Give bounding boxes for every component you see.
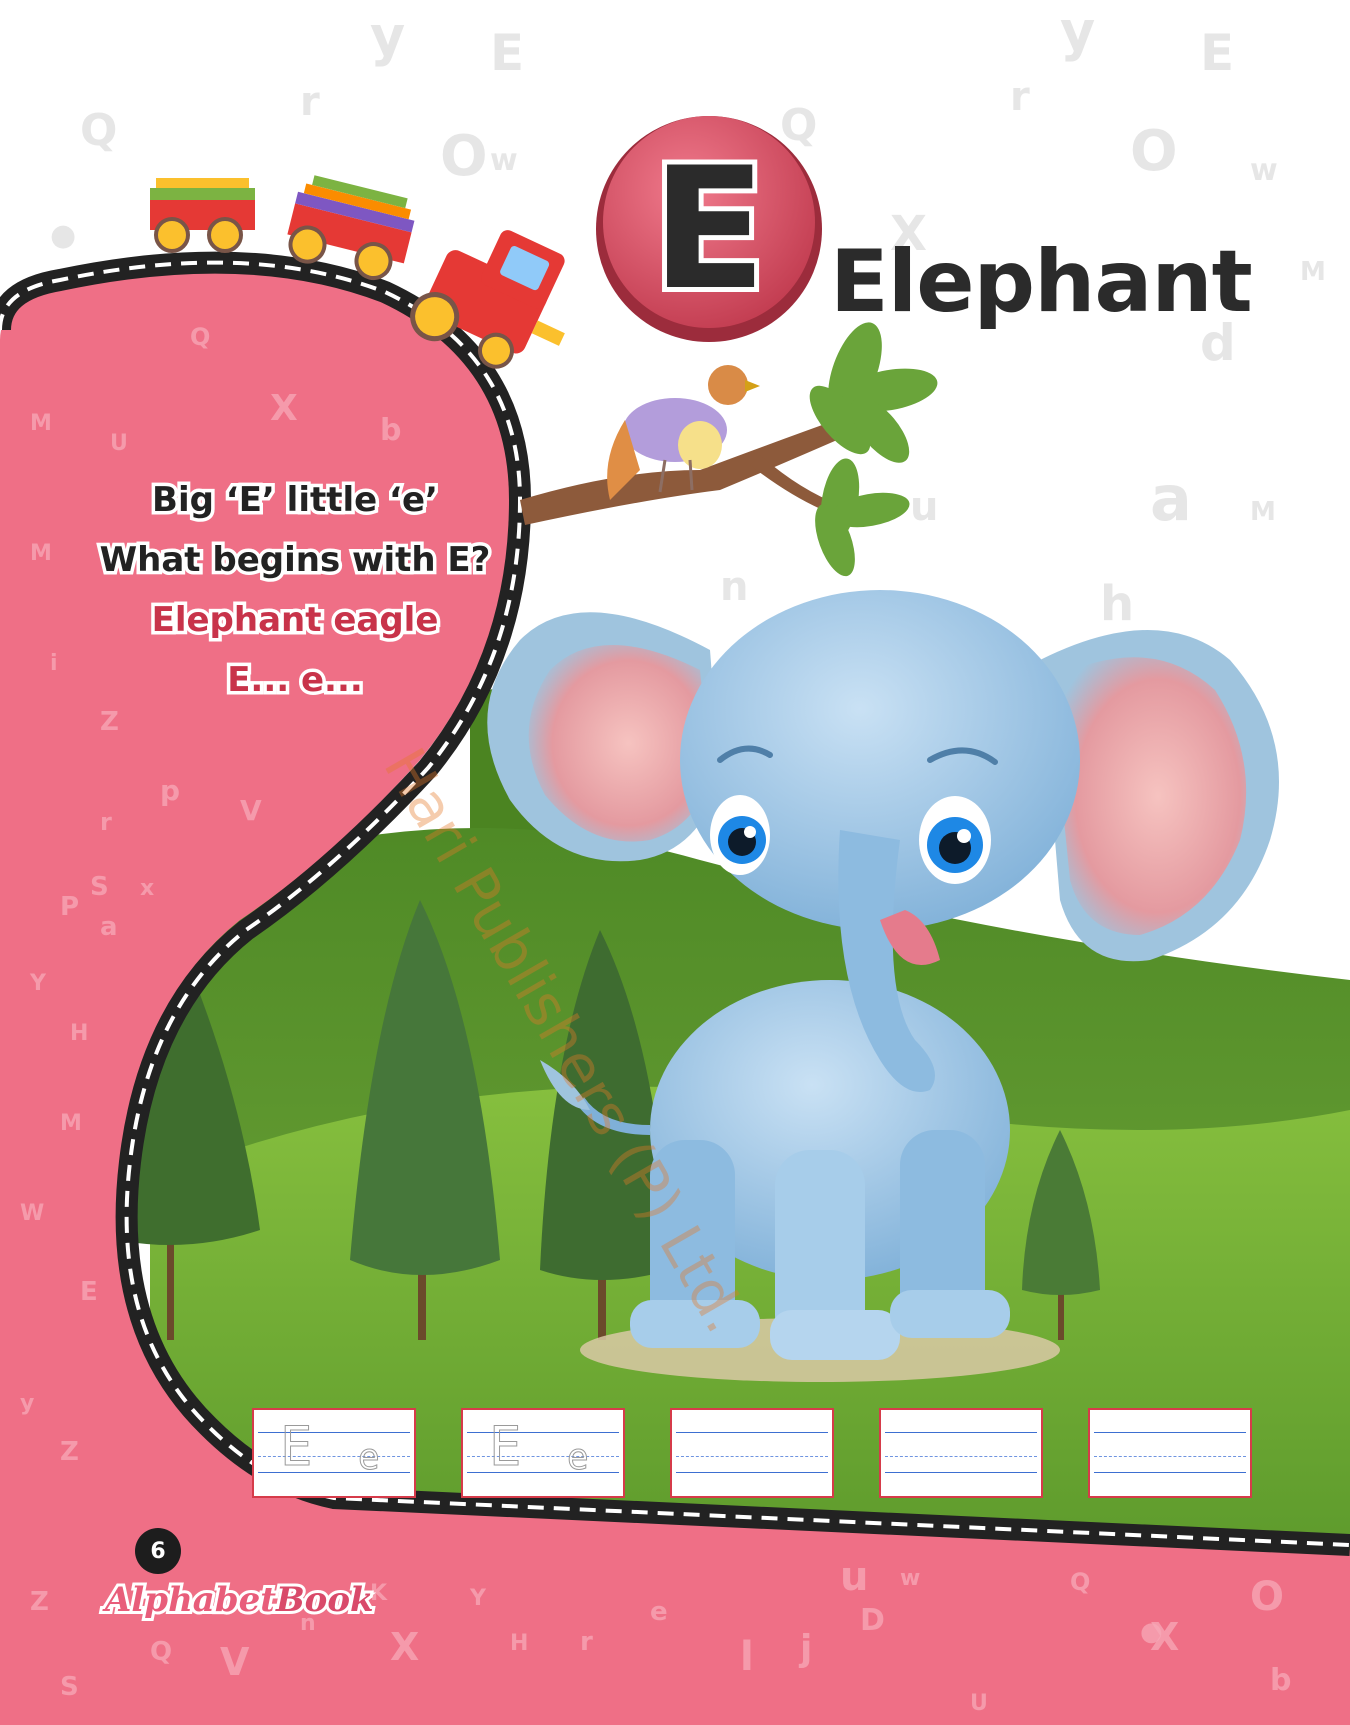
svg-text:S: S bbox=[90, 872, 109, 902]
workbook-page: Q r y E O w ● Q r y E O w X d a M h n u … bbox=[0, 0, 1350, 1725]
svg-text:U: U bbox=[970, 1691, 988, 1716]
svg-text:X: X bbox=[270, 388, 298, 429]
svg-text:V: V bbox=[240, 794, 262, 827]
svg-text:Z: Z bbox=[100, 707, 119, 737]
svg-text:M: M bbox=[30, 541, 52, 566]
svg-text:U: U bbox=[110, 431, 128, 456]
svg-text:Q: Q bbox=[190, 323, 210, 351]
svg-text:r: r bbox=[300, 79, 320, 125]
rhyme-line-1: Big ‘E’ little ‘e’ bbox=[149, 477, 442, 524]
svg-text:W: W bbox=[20, 1201, 44, 1226]
svg-text:P: P bbox=[60, 892, 79, 922]
svg-text:w: w bbox=[900, 1566, 920, 1591]
practice-box-2[interactable]: E e bbox=[461, 1408, 625, 1498]
train-car-1 bbox=[150, 178, 255, 253]
logo-book: Book bbox=[273, 1577, 377, 1623]
svg-text:Y: Y bbox=[469, 1586, 487, 1611]
svg-text:Q: Q bbox=[1070, 1568, 1090, 1596]
svg-text:i: i bbox=[50, 651, 58, 676]
svg-text:H: H bbox=[510, 1631, 528, 1656]
svg-text:n: n bbox=[720, 564, 748, 610]
trace-lower: e bbox=[358, 1437, 381, 1478]
svg-text:y: y bbox=[370, 5, 405, 68]
svg-text:S: S bbox=[60, 1672, 79, 1702]
svg-text:H: H bbox=[70, 1021, 88, 1046]
svg-text:p: p bbox=[160, 774, 180, 807]
practice-box-3[interactable] bbox=[670, 1408, 834, 1498]
rhyme-text: Big ‘E’ little ‘e’ What begins with E? E… bbox=[95, 470, 495, 710]
badge-letter: E bbox=[647, 131, 772, 327]
rhyme-line-3: Elephant eagle bbox=[148, 597, 442, 644]
svg-text:Q: Q bbox=[150, 1637, 172, 1667]
svg-text:Z: Z bbox=[60, 1437, 79, 1467]
svg-text:b: b bbox=[1270, 1663, 1291, 1698]
page-title: Elephant bbox=[830, 232, 1253, 332]
svg-text:X: X bbox=[1150, 1615, 1179, 1659]
svg-text:l: l bbox=[740, 1634, 754, 1680]
practice-box-1[interactable]: E e bbox=[252, 1408, 416, 1498]
svg-text:Z: Z bbox=[30, 1587, 49, 1617]
svg-text:Q: Q bbox=[80, 105, 117, 156]
svg-text:b: b bbox=[380, 413, 401, 448]
svg-text:j: j bbox=[798, 1628, 812, 1669]
rhyme-line-2: What begins with E? bbox=[96, 537, 494, 584]
svg-text:Y: Y bbox=[29, 971, 47, 996]
svg-text:u: u bbox=[840, 1554, 868, 1600]
svg-text:O: O bbox=[1250, 1574, 1284, 1620]
trace-upper: E bbox=[280, 1415, 314, 1478]
svg-text:e: e bbox=[650, 1597, 668, 1627]
logo-alphabet: Alphabet bbox=[102, 1577, 279, 1623]
svg-text:●: ● bbox=[50, 218, 76, 253]
svg-text:M: M bbox=[60, 1111, 82, 1136]
practice-box-4[interactable] bbox=[879, 1408, 1043, 1498]
svg-text:X: X bbox=[390, 1625, 419, 1669]
svg-text:r: r bbox=[580, 1627, 593, 1657]
svg-text:r: r bbox=[100, 808, 112, 836]
practice-box-5[interactable] bbox=[1088, 1408, 1252, 1498]
svg-text:x: x bbox=[140, 876, 154, 901]
svg-text:y: y bbox=[20, 1391, 34, 1416]
svg-text:M: M bbox=[30, 411, 52, 436]
rhyme-line-4: E... e... bbox=[224, 657, 367, 704]
book-logo: AlphabetBook bbox=[102, 1577, 377, 1623]
page-number: 6 bbox=[135, 1528, 181, 1574]
trace-lower: e bbox=[567, 1437, 590, 1478]
trace-upper: E bbox=[489, 1415, 523, 1478]
svg-text:V: V bbox=[220, 1640, 250, 1684]
svg-text:D: D bbox=[860, 1603, 885, 1638]
svg-text:E: E bbox=[80, 1277, 98, 1307]
svg-text:a: a bbox=[100, 912, 118, 942]
